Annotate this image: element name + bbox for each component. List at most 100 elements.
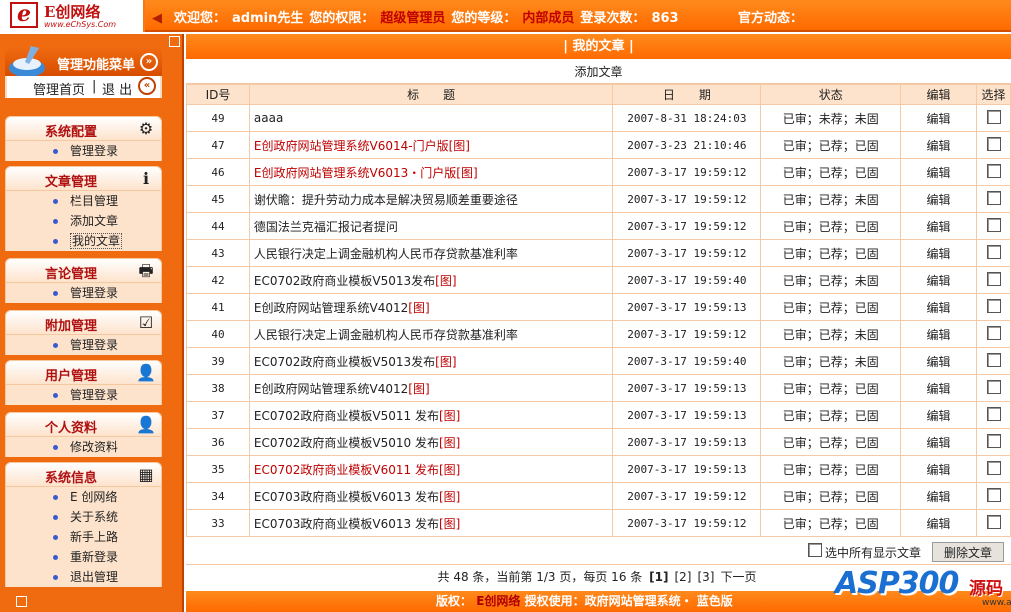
news-label: 官方动态： (738, 11, 804, 26)
row-title-text[interactable]: aaaa (254, 111, 283, 125)
sidebar-bottom-handle[interactable] (16, 596, 27, 607)
row-select-checkbox[interactable] (986, 379, 1001, 394)
row-select-checkbox[interactable] (986, 460, 1001, 475)
sidebar-item[interactable]: 管理登录 (5, 283, 162, 303)
row-title-text[interactable]: EC0702政府商业模板V5013发布 (254, 274, 435, 288)
row-title[interactable]: E创政府网站管理系统V4012[图] (248, 293, 614, 321)
row-edit-link[interactable]: 编辑 (900, 374, 977, 402)
menu-group-header[interactable]: 用户管理 👤 (5, 360, 162, 385)
page-link-2[interactable]: [2] (674, 570, 691, 584)
row-edit-link[interactable]: 编辑 (900, 428, 977, 456)
sidebar-item[interactable]: E 创网络 (5, 487, 162, 507)
menu-group-header[interactable]: 文章管理 ℹ (5, 166, 162, 191)
row-title[interactable]: EC0702政府商业模板V5013发布[图] (248, 266, 614, 294)
site-logo[interactable]: e E创网络 www.eChSys.Com (0, 0, 145, 32)
row-edit-link[interactable]: 编辑 (900, 347, 977, 375)
footer-company[interactable]: E创网络 (476, 594, 520, 608)
row-title[interactable]: E创政府网站管理系统V6013・门户版[图] (248, 158, 614, 186)
row-title-text[interactable]: E创政府网站管理系统V6013・门户版 (254, 166, 456, 180)
row-title-text[interactable]: 谢伏瞻：提升劳动力成本是解决贸易顺差重要途径 (254, 193, 518, 207)
row-edit-link[interactable]: 编辑 (900, 131, 977, 159)
sidebar-item[interactable]: 栏目管理 (5, 191, 162, 211)
row-title[interactable]: EC0702政府商业模板V5011 发布[图] (248, 401, 614, 429)
chevron-left-icon[interactable]: « (138, 77, 156, 95)
row-edit-link[interactable]: 编辑 (900, 158, 977, 186)
row-title[interactable]: EC0702政府商业模板V5010 发布[图] (248, 428, 614, 456)
row-select-checkbox[interactable] (986, 217, 1001, 232)
row-title[interactable]: aaaa (248, 104, 614, 132)
row-title-text[interactable]: EC0702政府商业模板V5013发布 (254, 355, 435, 369)
row-title[interactable]: 德国法兰克福汇报记者提问 (248, 212, 614, 240)
row-title-text[interactable]: EC0702政府商业模板V6011 发布 (254, 463, 439, 477)
sidebar-item[interactable]: 我的文章 (5, 231, 162, 251)
row-title[interactable]: EC0703政府商业模板V6013 发布[图] (248, 482, 614, 510)
row-edit-link[interactable]: 编辑 (900, 104, 977, 132)
row-select-checkbox[interactable] (986, 136, 1001, 151)
menu-group-header[interactable]: 系统信息 ▦ (5, 462, 162, 487)
row-title-text[interactable]: E创政府网站管理系统V4012 (254, 382, 408, 396)
sidebar-item[interactable]: 添加文章 (5, 211, 162, 231)
add-article-link[interactable]: 添加文章 (574, 65, 622, 79)
page-link-3[interactable]: [3] (697, 570, 714, 584)
row-edit-link[interactable]: 编辑 (900, 239, 977, 267)
home-link[interactable]: 管理首页 (33, 79, 85, 98)
row-title-text[interactable]: E创政府网站管理系统V4012 (254, 301, 408, 315)
row-select-checkbox[interactable] (986, 514, 1001, 529)
row-title-text[interactable]: EC0703政府商业模板V6013 发布 (254, 517, 439, 531)
row-title[interactable]: EC0702政府商业模板V5013发布[图] (248, 347, 614, 375)
row-edit-link[interactable]: 编辑 (900, 401, 977, 429)
next-page-link[interactable]: 下一页 (720, 570, 756, 584)
menu-group-header[interactable]: 系统配置 ⚙ (5, 116, 162, 141)
row-edit-link[interactable]: 编辑 (900, 509, 977, 537)
row-select-checkbox[interactable] (986, 271, 1001, 286)
row-select-checkbox[interactable] (986, 433, 1001, 448)
row-edit-link[interactable]: 编辑 (900, 482, 977, 510)
row-select-checkbox[interactable] (986, 352, 1001, 367)
row-select-checkbox[interactable] (986, 244, 1001, 259)
row-title-text[interactable]: 德国法兰克福汇报记者提问 (254, 220, 398, 234)
row-title-text[interactable]: E创政府网站管理系统V6014-门户版 (254, 139, 449, 153)
row-id: 34 (186, 482, 250, 510)
sidebar-item[interactable]: 管理登录 (5, 385, 162, 405)
row-select-checkbox[interactable] (986, 298, 1001, 313)
row-select-checkbox[interactable] (986, 190, 1001, 205)
page-link-1[interactable]: [1] (649, 570, 668, 584)
logout-link[interactable]: 退 出 (102, 79, 132, 98)
row-title[interactable]: E创政府网站管理系统V6014-门户版[图] (248, 131, 614, 159)
row-edit-link[interactable]: 编辑 (900, 185, 977, 213)
menu-group-header[interactable]: 个人资料 👤 (5, 412, 162, 437)
row-title-text[interactable]: 人民银行决定上调金融机构人民币存贷款基准利率 (254, 247, 518, 261)
row-select-checkbox[interactable] (986, 406, 1001, 421)
row-edit-link[interactable]: 编辑 (900, 455, 977, 483)
row-select-checkbox[interactable] (986, 109, 1001, 124)
row-title[interactable]: EC0702政府商业模板V6011 发布[图] (248, 455, 614, 483)
sidebar-item[interactable]: 管理登录 (5, 335, 162, 355)
sidebar-item[interactable]: 修改资料 (5, 437, 162, 457)
row-edit-link[interactable]: 编辑 (900, 293, 977, 321)
sidebar-collapse-handle[interactable] (169, 36, 180, 47)
row-title[interactable]: 人民银行决定上调金融机构人民币存贷款基准利率 (248, 239, 614, 267)
select-all-checkbox[interactable] (808, 543, 822, 557)
row-select-checkbox[interactable] (986, 325, 1001, 340)
row-title-text[interactable]: EC0702政府商业模板V5010 发布 (254, 436, 439, 450)
row-title-text[interactable]: 人民银行决定上调金融机构人民币存贷款基准利率 (254, 328, 518, 342)
row-title[interactable]: 人民银行决定上调金融机构人民币存贷款基准利率 (248, 320, 614, 348)
row-title-text[interactable]: EC0703政府商业模板V6013 发布 (254, 490, 439, 504)
row-title-text[interactable]: EC0702政府商业模板V5011 发布 (254, 409, 439, 423)
sidebar-item[interactable]: 管理登录 (5, 141, 162, 161)
row-edit-link[interactable]: 编辑 (900, 266, 977, 294)
row-select-checkbox[interactable] (986, 487, 1001, 502)
sidebar-item[interactable]: 退出管理 (5, 567, 162, 587)
chevron-down-icon[interactable]: » (140, 53, 158, 71)
sidebar-item[interactable]: 重新登录 (5, 547, 162, 567)
row-edit-link[interactable]: 编辑 (900, 212, 977, 240)
row-title[interactable]: E创政府网站管理系统V4012[图] (248, 374, 614, 402)
row-select-checkbox[interactable] (986, 163, 1001, 178)
menu-group-header[interactable]: 附加管理 ☑ (5, 310, 162, 335)
row-title[interactable]: 谢伏瞻：提升劳动力成本是解决贸易顺差重要途径 (248, 185, 614, 213)
menu-group-header[interactable]: 言论管理 🖶 (5, 258, 162, 283)
sidebar-item[interactable]: 新手上路 (5, 527, 162, 547)
sidebar-item[interactable]: 关于系统 (5, 507, 162, 527)
row-edit-link[interactable]: 编辑 (900, 320, 977, 348)
row-title[interactable]: EC0703政府商业模板V6013 发布[图] (248, 509, 614, 537)
